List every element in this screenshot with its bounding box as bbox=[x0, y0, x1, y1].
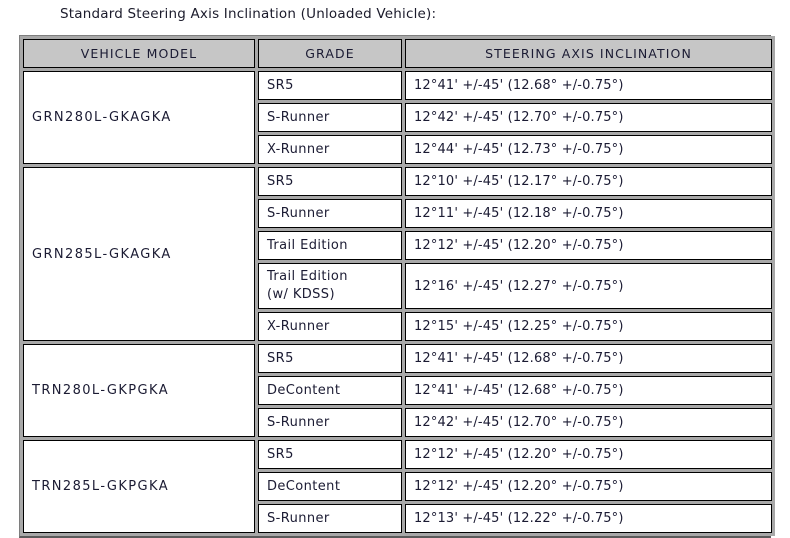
cell-steering-axis-inclination: 12°42' +/-45' (12.70° +/-0.75°) bbox=[405, 408, 772, 437]
cell-vehicle-model: TRN285L-GKPGKA bbox=[23, 440, 255, 533]
cell-grade: Trail Edition (w/ KDSS) bbox=[258, 263, 402, 309]
cell-steering-axis-inclination: 12°12' +/-45' (12.20° +/-0.75°) bbox=[405, 440, 772, 469]
table-header: VEHICLE MODEL GRADE STEERING AXIS INCLIN… bbox=[23, 39, 772, 68]
cell-vehicle-model: GRN280L-GKAGKA bbox=[23, 71, 255, 164]
cell-grade: S-Runner bbox=[258, 408, 402, 437]
cell-steering-axis-inclination: 12°12' +/-45' (12.20° +/-0.75°) bbox=[405, 472, 772, 501]
cell-steering-axis-inclination: 12°12' +/-45' (12.20° +/-0.75°) bbox=[405, 231, 772, 260]
cell-steering-axis-inclination: 12°11' +/-45' (12.18° +/-0.75°) bbox=[405, 199, 772, 228]
cell-steering-axis-inclination: 12°41' +/-45' (12.68° +/-0.75°) bbox=[405, 344, 772, 373]
table-row: GRN280L-GKAGKA SR5 12°41' +/-45' (12.68° +… bbox=[23, 71, 772, 164]
column-header-vehicle-model: VEHICLE MODEL bbox=[23, 39, 255, 68]
table-row: TRN285L-GKPGKA SR5 12°12' +/-45' (12.20° +… bbox=[23, 440, 772, 533]
table-row: TRN280L-GKPGKA SR5 12°41' +/-45' (12.68° +… bbox=[23, 344, 772, 437]
cell-grade: SR5 bbox=[258, 71, 402, 100]
cell-grade: SR5 bbox=[258, 167, 402, 196]
column-header-steering-axis-inclination: STEERING AXIS INCLINATION bbox=[405, 39, 772, 68]
steering-axis-inclination-table: VEHICLE MODEL GRADE STEERING AXIS INCLIN… bbox=[20, 36, 775, 536]
cell-grade: X-Runner bbox=[258, 135, 402, 164]
cell-steering-axis-inclination: 12°10' +/-45' (12.17° +/-0.75°) bbox=[405, 167, 772, 196]
cell-vehicle-model: GRN285L-GKAGKA bbox=[23, 167, 255, 341]
table-row: GRN285L-GKAGKA SR5 12°10' +/-45' (12.17° +… bbox=[23, 167, 772, 341]
cell-steering-axis-inclination: 12°16' +/-45' (12.27° +/-0.75°) bbox=[405, 263, 772, 309]
cell-steering-axis-inclination: 12°41' +/-45' (12.68° +/-0.75°) bbox=[405, 71, 772, 100]
column-header-grade: GRADE bbox=[258, 39, 402, 68]
cell-vehicle-model: TRN280L-GKPGKA bbox=[23, 344, 255, 437]
cell-grade: DeContent bbox=[258, 376, 402, 405]
cell-grade: S-Runner bbox=[258, 199, 402, 228]
spec-table-frame: VEHICLE MODEL GRADE STEERING AXIS INCLIN… bbox=[19, 35, 775, 538]
cell-steering-axis-inclination: 12°15' +/-45' (12.25° +/-0.75°) bbox=[405, 312, 772, 341]
cell-steering-axis-inclination: 12°41' +/-45' (12.68° +/-0.75°) bbox=[405, 376, 772, 405]
table-body: GRN280L-GKAGKA SR5 12°41' +/-45' (12.68° +… bbox=[23, 71, 772, 533]
cell-grade: Trail Edition bbox=[258, 231, 402, 260]
cell-steering-axis-inclination: 12°42' +/-45' (12.70° +/-0.75°) bbox=[405, 103, 772, 132]
page-title: Standard Steering Axis Inclination (Unlo… bbox=[60, 6, 437, 22]
cell-grade: S-Runner bbox=[258, 103, 402, 132]
cell-grade: S-Runner bbox=[258, 504, 402, 533]
cell-grade: X-Runner bbox=[258, 312, 402, 341]
cell-grade: SR5 bbox=[258, 440, 402, 469]
table-header-row: VEHICLE MODEL GRADE STEERING AXIS INCLIN… bbox=[23, 39, 772, 68]
cell-grade: DeContent bbox=[258, 472, 402, 501]
spec-table-page: Standard Steering Axis Inclination (Unlo… bbox=[0, 0, 790, 538]
cell-steering-axis-inclination: 12°13' +/-45' (12.22° +/-0.75°) bbox=[405, 504, 772, 533]
cell-steering-axis-inclination: 12°44' +/-45' (12.73° +/-0.75°) bbox=[405, 135, 772, 164]
cell-grade: SR5 bbox=[258, 344, 402, 373]
